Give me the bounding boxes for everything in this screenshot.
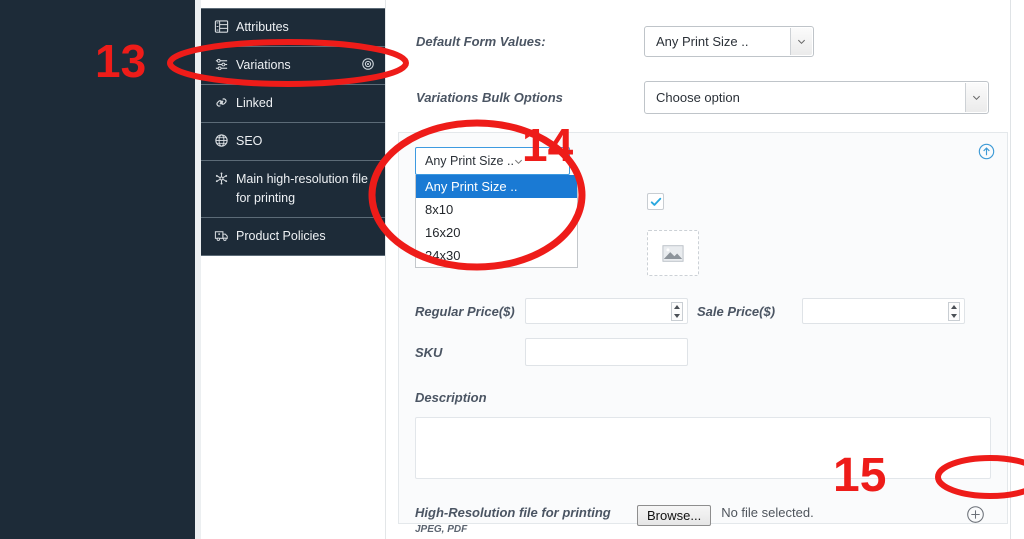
annotation-number-14: 14 bbox=[522, 119, 574, 171]
add-variation-button[interactable] bbox=[966, 505, 985, 524]
sidebar-item-label: SEO bbox=[236, 134, 263, 148]
sale-price-stepper[interactable] bbox=[948, 302, 960, 321]
stepper-down-icon[interactable] bbox=[674, 313, 680, 318]
default-form-values-row: Default Form Values: Any Print Size .. bbox=[386, 26, 1024, 57]
highres-formats-hint: JPEG, PDF bbox=[415, 524, 468, 535]
highres-file-row: High-Resolution file for printing JPEG, … bbox=[415, 505, 991, 535]
sidebar-item-label: Attributes bbox=[236, 20, 289, 34]
sidebar-item-label: Linked bbox=[236, 96, 273, 110]
browse-button[interactable]: Browse... bbox=[637, 505, 712, 526]
variations-bulk-options-row: Variations Bulk Options Choose option bbox=[386, 81, 1024, 114]
regular-price-input[interactable] bbox=[525, 298, 688, 324]
variation-size-selected: Any Print Size .. bbox=[425, 154, 514, 168]
chevron-down-icon bbox=[965, 83, 987, 112]
gear-target-icon[interactable] bbox=[361, 57, 375, 71]
stepper-up-icon[interactable] bbox=[674, 305, 680, 310]
sidebar-item-linked[interactable]: Linked bbox=[201, 85, 385, 123]
attributes-list-icon bbox=[214, 19, 229, 34]
description-textarea[interactable] bbox=[415, 417, 991, 479]
sidebar-item-product-policies[interactable]: Product Policies bbox=[201, 218, 385, 256]
truck-icon bbox=[214, 228, 229, 243]
variation-card: Any Print Size .. Any Print Size .. 8x10… bbox=[398, 132, 1008, 535]
right-edge-divider bbox=[1010, 0, 1024, 539]
product-data-menu: Attributes Variations Linked SEO Main hi… bbox=[201, 8, 385, 256]
list-item[interactable]: 24x30 bbox=[416, 244, 577, 267]
sidebar-item-seo[interactable]: SEO bbox=[201, 123, 385, 161]
variation-header-row: Any Print Size .. Any Print Size .. 8x10… bbox=[415, 147, 991, 276]
default-form-values-label: Default Form Values: bbox=[416, 34, 546, 49]
sidebar-item-label: Product Policies bbox=[236, 229, 326, 243]
list-item[interactable]: 8x10 bbox=[416, 198, 577, 221]
circle-arrow-up-icon[interactable] bbox=[978, 143, 995, 160]
sidebar-item-variations[interactable]: Variations bbox=[201, 47, 385, 85]
sku-input[interactable] bbox=[525, 338, 688, 366]
variation-options-column bbox=[647, 147, 699, 276]
sku-label: SKU bbox=[415, 344, 443, 360]
main-panel: Default Form Values: Any Print Size .. V… bbox=[385, 0, 1024, 539]
regular-price-label: Regular Price($) bbox=[415, 303, 515, 319]
list-item[interactable]: 16x20 bbox=[416, 221, 577, 244]
default-form-values-select[interactable]: Any Print Size .. bbox=[644, 26, 814, 57]
sidebar-item-attributes[interactable]: Attributes bbox=[201, 8, 385, 47]
checkmark-icon bbox=[650, 197, 661, 206]
variations-bulk-options-label: Variations Bulk Options bbox=[416, 90, 563, 105]
snowflake-icon bbox=[214, 171, 229, 186]
variations-bulk-options-select[interactable]: Choose option bbox=[644, 81, 989, 114]
file-status-text: No file selected. bbox=[721, 505, 814, 520]
description-label: Description bbox=[415, 390, 487, 405]
sku-row: SKU bbox=[415, 338, 991, 366]
image-placeholder-icon bbox=[662, 244, 684, 262]
list-item[interactable]: Any Print Size .. bbox=[416, 175, 577, 198]
chevron-down-icon bbox=[790, 28, 812, 55]
annotation-number-15: 15 bbox=[833, 449, 887, 502]
stepper-up-icon[interactable] bbox=[951, 305, 957, 310]
stepper-down-icon[interactable] bbox=[951, 313, 957, 318]
variation-enabled-checkbox[interactable] bbox=[647, 193, 664, 210]
annotation-number-13: 13 bbox=[95, 35, 147, 87]
variation-size-options-list[interactable]: Any Print Size .. 8x10 16x20 24x30 bbox=[415, 175, 578, 268]
globe-icon bbox=[214, 133, 229, 148]
nav-column: Attributes Variations Linked SEO Main hi… bbox=[201, 0, 385, 539]
sale-price-label: Sale Price($) bbox=[697, 303, 776, 319]
default-form-values-selected: Any Print Size .. bbox=[656, 34, 749, 49]
regular-price-stepper[interactable] bbox=[671, 302, 683, 321]
highres-file-label: High-Resolution file for printing bbox=[415, 505, 611, 520]
price-row: Regular Price($) Sale Price($) bbox=[415, 298, 991, 324]
sidebar-item-label: Variations bbox=[236, 58, 291, 72]
sidebar-item-label: Main high-resolution file for printing bbox=[236, 172, 369, 205]
sidebar-item-main-highres-file[interactable]: Main high-resolution file for printing bbox=[201, 161, 385, 218]
circle-plus-icon bbox=[967, 506, 984, 523]
highres-label-group: High-Resolution file for printing JPEG, … bbox=[415, 505, 637, 535]
variations-bulk-options-selected: Choose option bbox=[656, 90, 740, 105]
variation-image-placeholder[interactable] bbox=[647, 230, 699, 276]
variations-sliders-icon bbox=[214, 57, 229, 72]
link-icon bbox=[214, 95, 229, 110]
sale-price-input[interactable] bbox=[802, 298, 965, 324]
